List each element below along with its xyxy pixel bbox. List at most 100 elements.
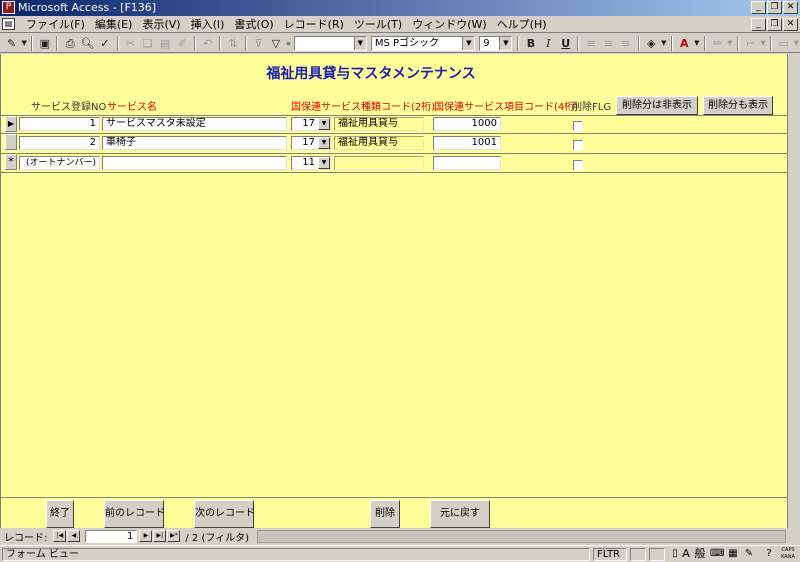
prev-record-button[interactable]: 前のレコード [104, 500, 165, 528]
view-design-icon[interactable]: ✎ [3, 35, 20, 52]
italic-button[interactable]: I [540, 35, 557, 52]
fill-color-icon[interactable]: ◈ [643, 35, 660, 52]
ime-mode-indicator[interactable]: 般 [693, 547, 707, 561]
menu-bar: ▤ ファイル(F) 編集(E) 表示(V) 挿入(I) 書式(O) レコード(R… [0, 16, 800, 33]
doc-close-button[interactable]: ✕ [783, 17, 798, 31]
kind-name-field-new[interactable] [334, 156, 424, 170]
hide-deleted-button[interactable]: 削除分は非表示 [616, 96, 698, 115]
doc-minimize-button[interactable]: _ [751, 17, 766, 31]
toolbar-more-icon[interactable]: » [285, 35, 293, 52]
show-deleted-button[interactable]: 削除分も表示 [703, 96, 773, 115]
form-document-icon[interactable]: ▤ [2, 18, 15, 30]
line-color-icon[interactable]: ✏ [709, 35, 726, 52]
ime-toolbar-icon[interactable]: ▯ [670, 547, 680, 561]
menu-file[interactable]: ファイル(F) [21, 16, 90, 32]
kind-code-combo[interactable]: 17 ▼ [291, 117, 331, 131]
form-title: 福祉用具貸与マスタメンテナンス [266, 66, 476, 82]
service-name-field[interactable]: 車椅子 [102, 136, 287, 150]
underline-button[interactable]: U [557, 35, 574, 52]
ime-tool-icon[interactable]: ✎ [742, 547, 756, 561]
view-dropdown-icon[interactable]: ▼ [20, 35, 28, 52]
service-no-field[interactable]: 2 [19, 136, 100, 150]
spelling-icon[interactable]: ✓ [96, 35, 113, 52]
save-icon[interactable]: ▣ [36, 35, 53, 52]
kind-code-combo[interactable]: 17 ▼ [291, 136, 331, 150]
last-record-icon[interactable]: ▶| [153, 530, 167, 542]
sort-icon[interactable]: ⇅ [224, 35, 241, 52]
kind-name-field[interactable]: 福祉用具貸与 [334, 117, 424, 131]
service-no-field[interactable]: 1 [19, 117, 100, 131]
ime-pad-icon[interactable]: ▦ [726, 547, 740, 561]
menu-edit[interactable]: 編集(E) [90, 16, 138, 32]
special-effect-icon[interactable]: ▭ [775, 35, 792, 52]
item-code-field[interactable]: 1000 [433, 117, 501, 131]
align-center-icon[interactable]: ≡ [600, 35, 617, 52]
end-button[interactable]: 終了 [46, 500, 74, 528]
undo-button[interactable]: 元に戻す [430, 500, 490, 528]
kind-name-field[interactable]: 福祉用具貸与 [334, 136, 424, 150]
kind-code-dropdown-icon[interactable]: ▼ [318, 137, 330, 149]
align-right-icon[interactable]: ≡ [617, 35, 634, 52]
fill-color-dropdown-icon[interactable]: ▼ [660, 35, 668, 52]
menu-window[interactable]: ウィンドウ(W) [407, 16, 491, 32]
object-combo[interactable]: ▼ [294, 35, 367, 51]
record-selector-current[interactable]: ▶ [5, 116, 17, 132]
filter-apply-icon[interactable]: ▽ [267, 35, 284, 52]
close-button[interactable]: ✕ [783, 1, 798, 14]
format-painter-icon[interactable]: ✐ [174, 35, 191, 52]
next-record-icon[interactable]: ▶ [139, 530, 153, 542]
service-name-field[interactable]: サービスマスタ未設定 [102, 117, 287, 131]
line-width-dropdown-icon[interactable]: ▼ [759, 35, 767, 52]
delete-flg-checkbox[interactable] [573, 140, 583, 150]
ime-dictionary-icon[interactable]: ⌨ [710, 547, 724, 561]
next-record-button[interactable]: 次のレコード [194, 500, 255, 528]
item-code-field-new[interactable] [433, 156, 501, 170]
delete-flg-checkbox[interactable] [573, 121, 583, 131]
horizontal-scrollbar[interactable] [257, 529, 786, 543]
restore-button[interactable]: ❐ [767, 1, 782, 14]
filter-selection-icon[interactable]: ⊽ [250, 35, 267, 52]
prev-record-icon[interactable]: ◀ [67, 530, 81, 542]
access-key-icon[interactable]: P [2, 1, 15, 14]
cut-icon[interactable]: ✂ [122, 35, 139, 52]
new-record-icon[interactable]: ▶* [167, 530, 181, 542]
ime-help-icon[interactable]: ? [762, 547, 776, 561]
delete-button[interactable]: 削除 [370, 500, 400, 528]
vertical-scrollbar[interactable] [787, 54, 800, 528]
align-left-icon[interactable]: ≡ [582, 35, 599, 52]
minimize-button[interactable]: _ [751, 1, 766, 14]
ime-input-icon[interactable]: A [680, 547, 692, 561]
delete-flg-checkbox-new[interactable] [573, 160, 583, 170]
font-size-combo[interactable]: 9 ▼ [479, 35, 513, 51]
font-name-combo[interactable]: MS Pゴシック ▼ [370, 35, 476, 51]
current-record-input[interactable]: 1 [85, 529, 138, 543]
kind-code-dropdown-icon[interactable]: ▼ [318, 157, 330, 169]
font-color-icon[interactable]: A [676, 35, 693, 52]
bold-button[interactable]: B [522, 35, 539, 52]
doc-restore-button[interactable]: ❐ [767, 17, 782, 31]
copy-icon[interactable]: ❏ [139, 35, 156, 52]
menu-help[interactable]: ヘルプ(H) [492, 16, 552, 32]
undo-icon[interactable]: ↶ [199, 35, 216, 52]
font-color-dropdown-icon[interactable]: ▼ [693, 35, 701, 52]
line-width-icon[interactable]: ⌐ [742, 35, 759, 52]
record-selector-new[interactable]: * [5, 154, 17, 170]
service-no-field-new[interactable]: (オートナンバー) [19, 156, 100, 170]
print-preview-icon[interactable]: 🔍︎ [79, 35, 96, 52]
kind-code-combo-new[interactable]: 11 ▼ [291, 156, 331, 170]
record-selector[interactable] [5, 134, 17, 150]
line-color-dropdown-icon[interactable]: ▼ [726, 35, 734, 52]
print-icon[interactable]: ⎙ [61, 35, 78, 52]
menu-view[interactable]: 表示(V) [137, 16, 185, 32]
first-record-icon[interactable]: |◀ [53, 530, 67, 542]
kind-code-dropdown-icon[interactable]: ▼ [318, 118, 330, 130]
menu-records[interactable]: レコード(R) [279, 16, 349, 32]
menu-format[interactable]: 書式(O) [229, 16, 278, 32]
window-title-bar[interactable]: P Microsoft Access - [F136] _ ❐ ✕ [0, 0, 800, 16]
item-code-field[interactable]: 1001 [433, 136, 501, 150]
special-effect-dropdown-icon[interactable]: ▼ [792, 35, 800, 52]
service-name-field-new[interactable] [102, 156, 287, 170]
menu-insert[interactable]: 挿入(I) [186, 16, 230, 32]
paste-icon[interactable]: ▤ [156, 35, 173, 52]
menu-tools[interactable]: ツール(T) [349, 16, 407, 32]
